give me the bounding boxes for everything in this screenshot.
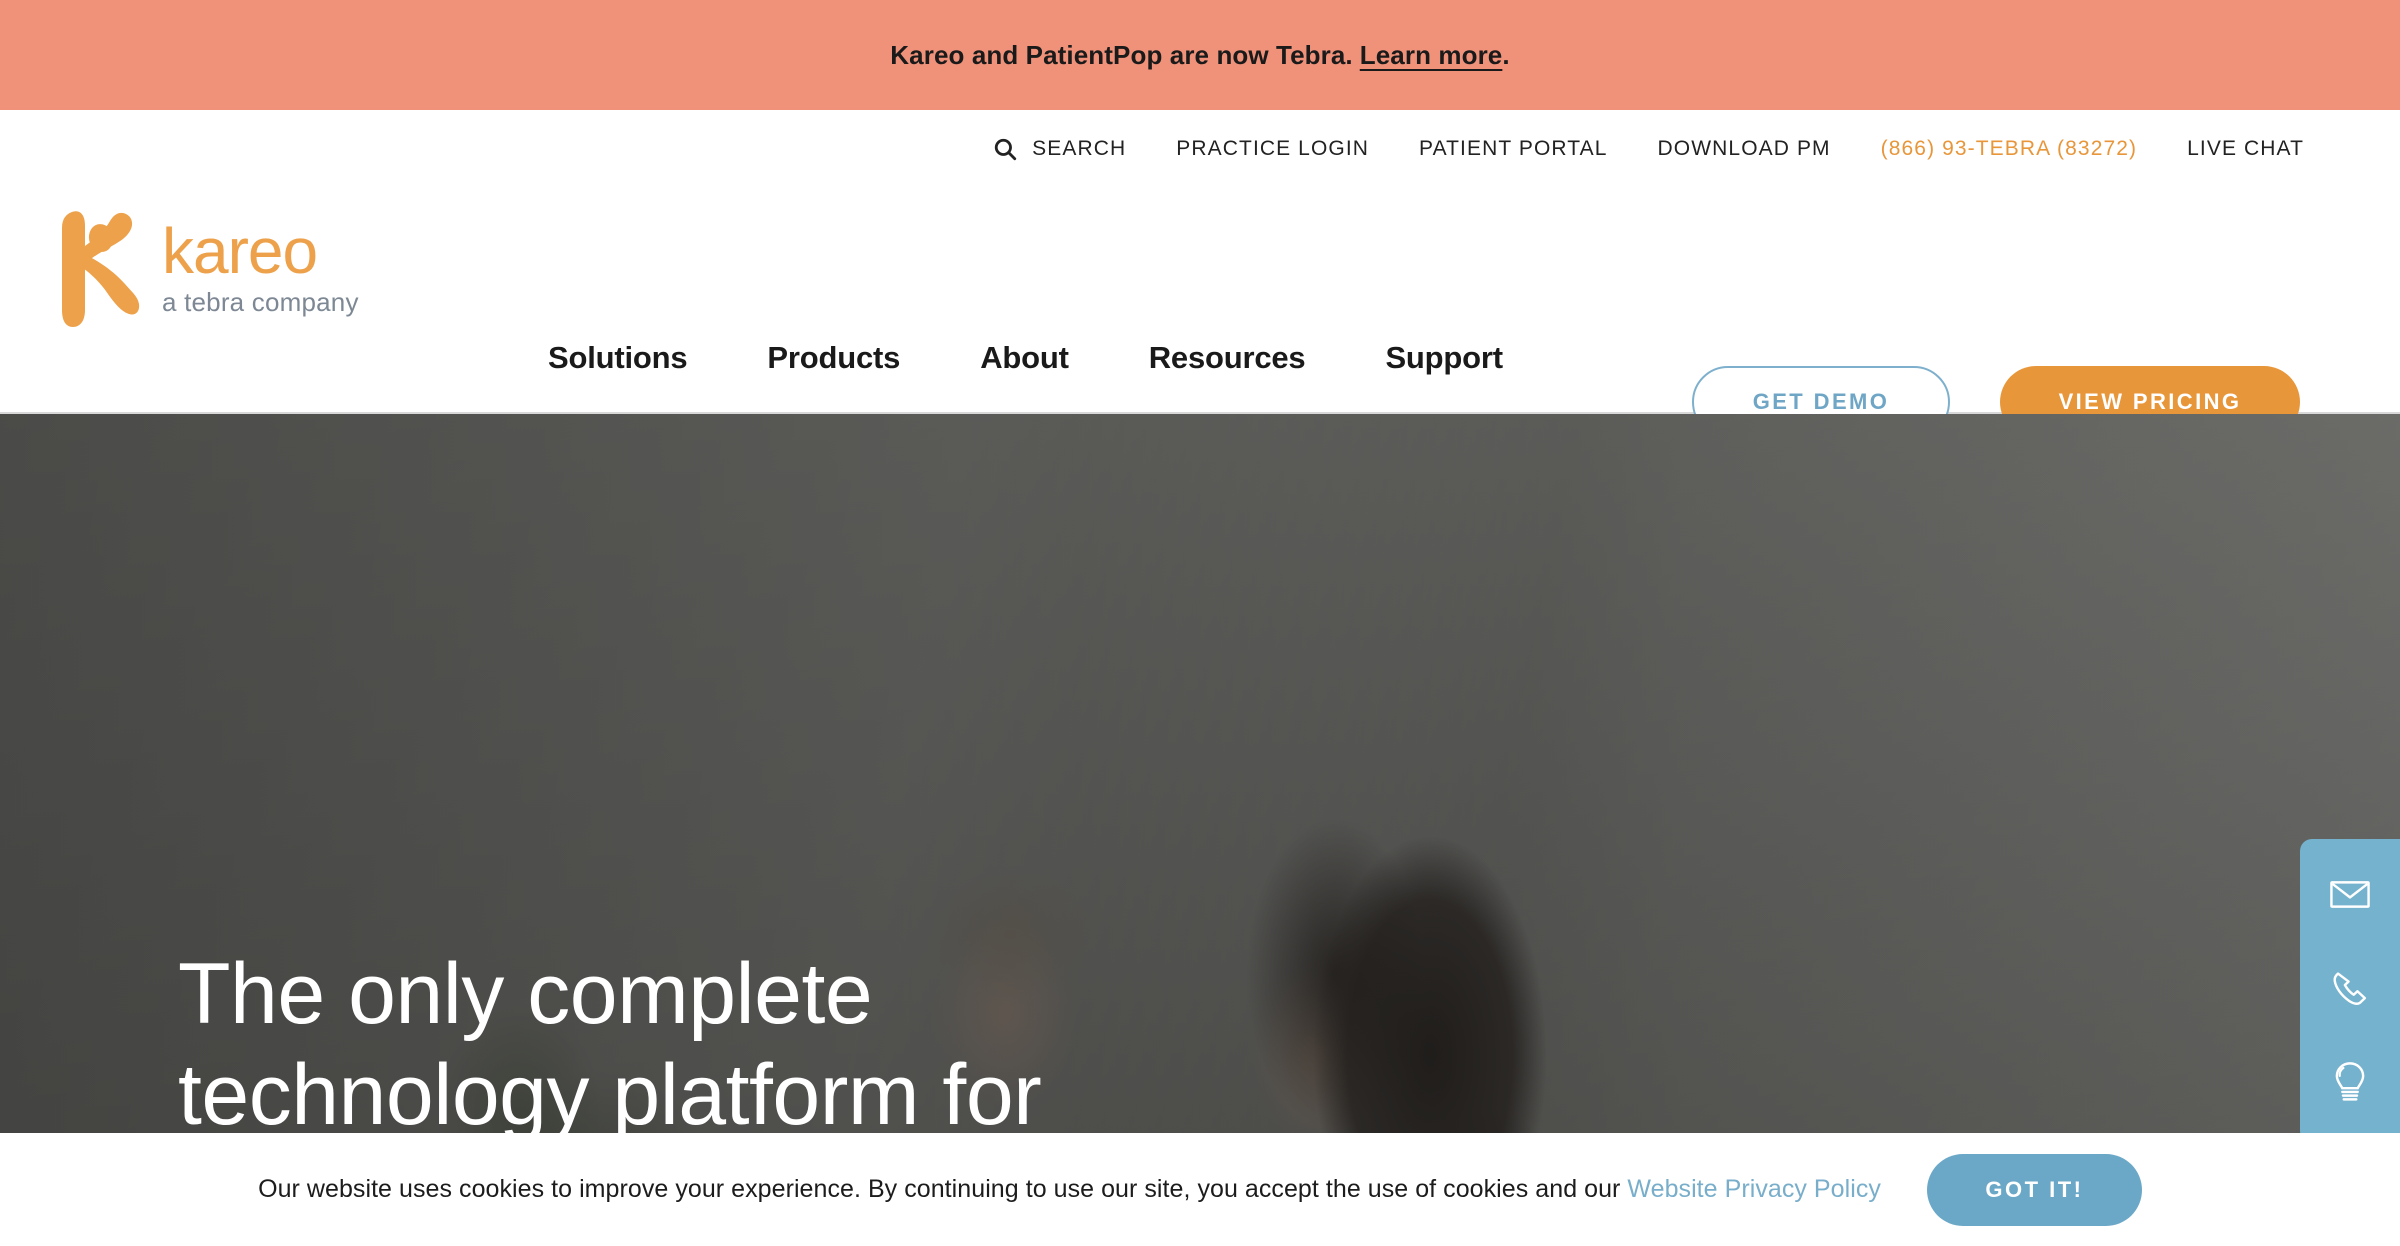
widget-phone-button[interactable] (2326, 967, 2374, 1015)
announcement-period: . (1502, 39, 1510, 70)
utility-nav-label-search: SEARCH (1032, 137, 1127, 160)
logo-tagline: a tebra company (162, 286, 359, 317)
website-privacy-policy-link[interactable]: Website Privacy Policy (1627, 1175, 1881, 1203)
search-icon (992, 136, 1018, 162)
floating-contact-widget (2300, 839, 2400, 1143)
phone-icon (2330, 969, 2370, 1014)
envelope-icon (2330, 880, 2370, 914)
kareo-figure-icon (62, 206, 140, 331)
cookie-consent-banner: Our website uses cookies to improve your… (0, 1133, 2400, 1246)
main-nav: Solutions Products About Resources Suppo… (548, 340, 1543, 376)
logo-wordmark: kareo (162, 215, 318, 288)
widget-tips-button[interactable] (2326, 1061, 2374, 1109)
announcement-text: Kareo and PatientPop are now Tebra. (890, 39, 1353, 70)
site-header: SEARCH PRACTICE LOGIN PATIENT PORTAL DOW… (0, 110, 2400, 438)
nav-item-solutions[interactable]: Solutions (548, 340, 727, 376)
cookie-banner-message: Our website uses cookies to improve your… (258, 1175, 1628, 1203)
utility-nav: SEARCH PRACTICE LOGIN PATIENT PORTAL DOW… (967, 110, 2304, 188)
nav-item-products[interactable]: Products (727, 340, 940, 376)
cookie-accept-button[interactable]: GOT IT! (1926, 1153, 2142, 1226)
utility-nav-item-patient-portal[interactable]: PATIENT PORTAL (1394, 137, 1633, 161)
hero-headline-line-1: The only complete (178, 946, 873, 1043)
nav-item-resources[interactable]: Resources (1109, 340, 1346, 376)
utility-nav-item-download-pm[interactable]: DOWNLOAD PM (1633, 137, 1856, 161)
nav-item-support[interactable]: Support (1345, 340, 1542, 376)
utility-nav-item-phone[interactable]: (866) 93-TEBRA (83272) (1856, 137, 2162, 161)
nav-item-about[interactable]: About (940, 340, 1109, 376)
utility-nav-item-practice-login[interactable]: PRACTICE LOGIN (1151, 137, 1394, 161)
cookie-banner-text: Our website uses cookies to improve your… (258, 1175, 1881, 1204)
hero-headline-line-2: technology platform for (178, 1046, 1042, 1143)
site-logo[interactable]: kareo a tebra company (62, 188, 432, 348)
widget-email-button[interactable] (2326, 873, 2374, 921)
utility-nav-item-live-chat[interactable]: LIVE CHAT (2162, 137, 2304, 161)
utility-nav-item-search[interactable]: SEARCH (967, 136, 1151, 162)
lightbulb-icon (2330, 1061, 2370, 1109)
hero-section: The only complete technology platform fo… (0, 414, 2400, 1246)
announcement-learn-more-link[interactable]: Learn more (1360, 40, 1503, 71)
logo-text-block: kareo a tebra company (162, 218, 359, 318)
announcement-banner: Kareo and PatientPop are now Tebra. Lear… (0, 0, 2400, 110)
hero-content: The only complete technology platform fo… (0, 414, 2400, 1246)
